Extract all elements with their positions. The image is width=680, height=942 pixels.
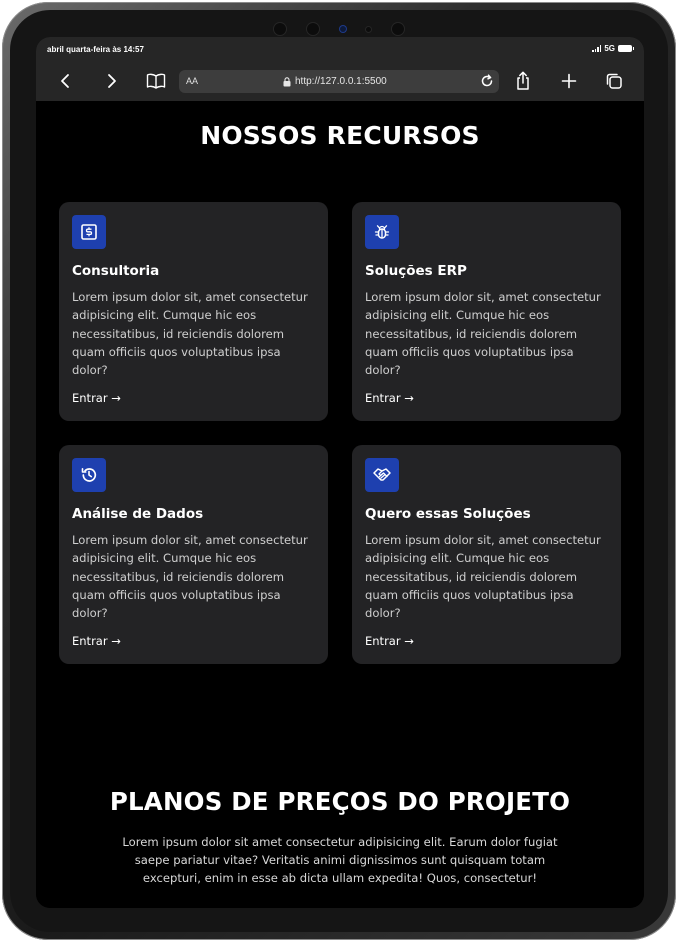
forward-button[interactable] <box>99 69 123 93</box>
handshake-icon <box>365 458 399 492</box>
address-bar[interactable]: AA http://127.0.0.1:5500 <box>179 70 499 93</box>
url-text: http://127.0.0.1:5500 <box>295 76 387 87</box>
card-title: Consultoria <box>72 263 160 279</box>
sensor-dot <box>392 23 404 35</box>
book-icon <box>146 73 166 89</box>
resources-title: NOSSOS RECURSOS <box>200 121 480 150</box>
back-button[interactable] <box>54 69 78 93</box>
share-icon <box>517 71 529 90</box>
resource-card: Consultoria Lorem ipsum dolor sit, amet … <box>59 202 328 421</box>
card-enter-link[interactable]: Entrar → <box>365 634 414 648</box>
status-bar: abril quarta-feira às 14:57 5G <box>36 37 644 61</box>
card-title: Quero essas Soluções <box>365 506 531 522</box>
share-button[interactable] <box>511 69 535 93</box>
card-description: Lorem ipsum dolor sit, amet consectetur … <box>72 290 308 378</box>
battery-icon <box>618 45 634 52</box>
page-content: NOSSOS RECURSOS Consultoria Lorem ipsum … <box>36 101 644 908</box>
network-label: 5G <box>604 44 615 53</box>
camera-lens-icon <box>339 26 346 32</box>
text-size-button[interactable]: AA <box>186 76 198 86</box>
pricing-title: PLANOS DE PREÇOS DO PROJETO <box>109 787 571 816</box>
status-indicators: 5G <box>592 44 634 53</box>
url-display: http://127.0.0.1:5500 <box>283 76 387 87</box>
card-description: Lorem ipsum dolor sit, amet consectetur … <box>365 533 601 621</box>
browser-toolbar: AA http://127.0.0.1:5500 <box>36 61 644 101</box>
sensor-dot <box>306 23 319 35</box>
screen: abril quarta-feira às 14:57 5G AA http:/… <box>36 37 644 908</box>
camera-bar <box>274 21 404 37</box>
tabs-button[interactable] <box>602 69 626 93</box>
reload-icon <box>481 74 493 87</box>
card-enter-link[interactable]: Entrar → <box>365 391 414 405</box>
pricing-description: Lorem ipsum dolor sit amet consectetur a… <box>122 835 558 886</box>
resource-card: Soluções ERP Lorem ipsum dolor sit, amet… <box>352 202 621 421</box>
card-enter-link[interactable]: Entrar → <box>72 391 121 405</box>
reload-button[interactable] <box>480 74 494 91</box>
sensor-dot <box>274 23 286 35</box>
bookmarks-button[interactable] <box>144 69 168 93</box>
card-description: Lorem ipsum dolor sit, amet consectetur … <box>365 290 601 378</box>
card-description: Lorem ipsum dolor sit, amet consectetur … <box>72 533 308 621</box>
new-tab-button[interactable] <box>557 69 581 93</box>
plus-icon <box>561 73 577 89</box>
sensor-dot <box>366 26 372 32</box>
tabs-icon <box>606 73 622 89</box>
card-title: Soluções ERP <box>365 263 467 279</box>
card-title: Análise de Dados <box>72 506 204 522</box>
lock-icon <box>283 76 291 86</box>
card-enter-link[interactable]: Entrar → <box>72 634 121 648</box>
chevron-right-icon <box>108 74 116 88</box>
bug-icon <box>365 215 399 249</box>
history-icon <box>72 458 106 492</box>
status-datetime: abril quarta-feira às 14:57 <box>47 45 144 54</box>
resource-card: Análise de Dados Lorem ipsum dolor sit, … <box>59 445 328 664</box>
money-icon <box>72 215 106 249</box>
resource-card: Quero essas Soluções Lorem ipsum dolor s… <box>352 445 621 664</box>
chevron-left-icon <box>61 74 69 88</box>
signal-icon <box>592 45 602 52</box>
